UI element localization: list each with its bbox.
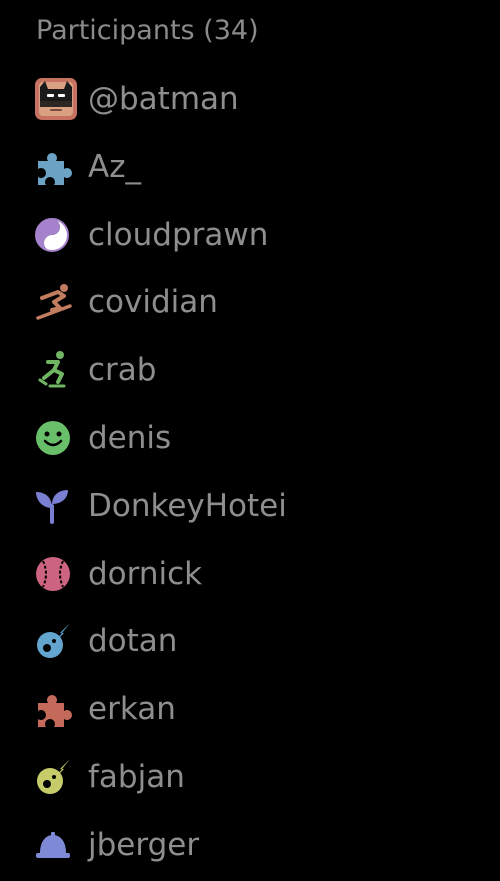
participant-item[interactable]: Az_ xyxy=(0,135,500,203)
puzzle-piece-icon xyxy=(34,687,78,731)
meteor-icon xyxy=(34,755,78,799)
participant-name: denis xyxy=(88,419,172,456)
meteor-icon xyxy=(34,619,78,663)
participant-item[interactable]: covidian xyxy=(0,270,500,338)
participant-item[interactable]: crab xyxy=(0,338,500,406)
yin-yang-icon xyxy=(34,213,78,257)
participant-name: fabjan xyxy=(88,758,185,795)
ice-skater-icon xyxy=(34,348,78,392)
baseball-icon xyxy=(34,552,78,596)
participant-list: @batman Az_ cloudprawn covidian crab den… xyxy=(0,67,500,881)
participant-item[interactable]: dornick xyxy=(0,542,500,610)
participant-item[interactable]: denis xyxy=(0,406,500,474)
participant-item[interactable]: dotan xyxy=(0,609,500,677)
puzzle-piece-icon xyxy=(34,145,78,189)
batman-avatar-icon xyxy=(34,77,78,121)
participant-name: crab xyxy=(88,352,157,389)
seedling-icon xyxy=(34,484,78,528)
snowboarder-icon xyxy=(34,280,78,324)
participant-name: Az_ xyxy=(88,148,141,185)
participant-name: DonkeyHotei xyxy=(88,487,287,524)
hard-hat-icon xyxy=(34,823,78,867)
participant-item[interactable]: jberger xyxy=(0,813,500,881)
participant-name: @batman xyxy=(88,81,239,117)
participant-item[interactable]: erkan xyxy=(0,677,500,745)
participant-item[interactable]: cloudprawn xyxy=(0,203,500,271)
participant-name: jberger xyxy=(88,826,200,863)
participant-item[interactable]: DonkeyHotei xyxy=(0,474,500,542)
smiley-face-icon xyxy=(34,416,78,460)
participant-name: dornick xyxy=(88,555,203,592)
participant-name: erkan xyxy=(88,691,176,728)
participant-name: cloudprawn xyxy=(88,216,269,253)
participants-header: Participants (34) xyxy=(36,15,259,46)
participant-name: covidian xyxy=(88,284,218,321)
participant-item[interactable]: fabjan xyxy=(0,745,500,813)
participant-name: dotan xyxy=(88,623,178,660)
participant-item[interactable]: @batman xyxy=(0,67,500,135)
